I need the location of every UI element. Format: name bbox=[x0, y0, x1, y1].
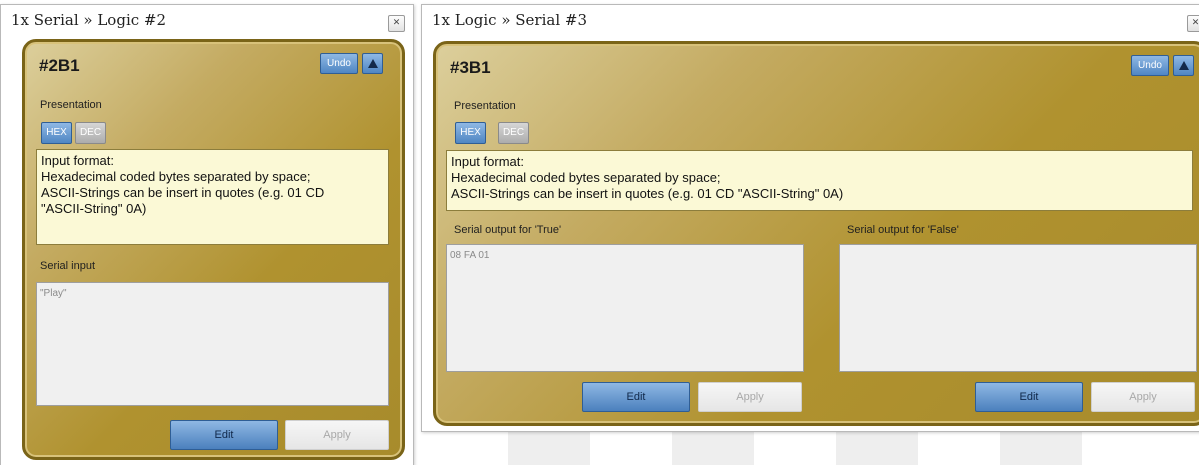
serial-input-label: Serial input bbox=[40, 260, 96, 272]
false-output-field[interactable] bbox=[839, 244, 1197, 372]
triangle-up-icon bbox=[368, 59, 378, 68]
dec-toggle-button[interactable]: DEC bbox=[498, 122, 529, 144]
window-titlebar[interactable]: 1x Logic » Serial #3 ✕ bbox=[422, 5, 1199, 39]
presentation-label: Presentation bbox=[454, 100, 516, 112]
panel-id: #3B1 bbox=[450, 58, 491, 77]
true-edit-button[interactable]: Edit bbox=[582, 382, 690, 412]
dec-toggle-button[interactable]: DEC bbox=[75, 122, 106, 144]
input-format-info: Input format: Hexadecimal coded bytes se… bbox=[36, 149, 389, 245]
triangle-up-icon bbox=[1179, 61, 1189, 70]
collapse-button[interactable] bbox=[362, 53, 383, 74]
info-line: Hexadecimal coded bytes separated by spa… bbox=[41, 169, 311, 184]
apply-button[interactable]: Apply bbox=[285, 420, 389, 450]
close-icon[interactable]: ✕ bbox=[388, 15, 405, 32]
collapse-button[interactable] bbox=[1173, 55, 1194, 76]
info-line: ASCII-Strings can be insert in quotes (e… bbox=[451, 186, 844, 201]
false-apply-button[interactable]: Apply bbox=[1091, 382, 1195, 412]
window-logic-to-serial: 1x Logic » Serial #3 ✕ #3B1 Undo Present… bbox=[421, 4, 1199, 432]
window-serial-to-logic: 1x Serial » Logic #2 ✕ #2B1 Undo Present… bbox=[0, 4, 414, 465]
serial-output-panel: #3B1 Undo Presentation HEX DEC Input for… bbox=[433, 41, 1199, 426]
undo-button[interactable]: Undo bbox=[1131, 55, 1169, 76]
false-edit-button[interactable]: Edit bbox=[975, 382, 1083, 412]
undo-button[interactable]: Undo bbox=[320, 53, 358, 74]
info-line: ASCII-Strings can be insert in quotes (e… bbox=[41, 185, 325, 200]
serial-input-panel: #2B1 Undo Presentation HEX DEC Input for… bbox=[22, 39, 405, 460]
edit-button[interactable]: Edit bbox=[170, 420, 278, 450]
panel-id: #2B1 bbox=[39, 56, 80, 75]
serial-input-field[interactable]: "Play" bbox=[36, 282, 389, 406]
presentation-label: Presentation bbox=[40, 99, 102, 111]
input-format-info: Input format: Hexadecimal coded bytes se… bbox=[446, 150, 1193, 211]
window-titlebar[interactable]: 1x Serial » Logic #2 ✕ bbox=[1, 5, 413, 39]
info-line: Hexadecimal coded bytes separated by spa… bbox=[451, 170, 721, 185]
hex-toggle-button[interactable]: HEX bbox=[455, 122, 486, 144]
info-line: Input format: bbox=[41, 153, 114, 168]
false-output-label: Serial output for 'False' bbox=[847, 224, 959, 236]
hex-toggle-button[interactable]: HEX bbox=[41, 122, 72, 144]
true-output-field[interactable]: 08 FA 01 bbox=[446, 244, 804, 372]
true-apply-button[interactable]: Apply bbox=[698, 382, 802, 412]
info-line: "ASCII-String" 0A) bbox=[41, 201, 147, 216]
window-title: 1x Logic » Serial #3 bbox=[432, 11, 588, 29]
info-line: Input format: bbox=[451, 154, 524, 169]
close-icon[interactable]: ✕ bbox=[1187, 15, 1199, 32]
window-title: 1x Serial » Logic #2 bbox=[11, 11, 167, 29]
true-output-label: Serial output for 'True' bbox=[454, 224, 562, 236]
